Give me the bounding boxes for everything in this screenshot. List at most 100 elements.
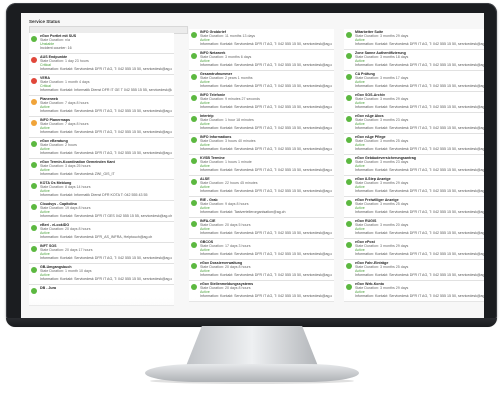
status-indicator-icon — [31, 57, 37, 63]
service-status-row[interactable]: Cloudsys - Capitolino State Duration: 19 … — [29, 201, 174, 222]
status-indicator-icon — [191, 221, 197, 227]
service-status-row[interactable]: INFO Grobbrief State Duration: 11 months … — [189, 29, 334, 50]
service-status-row[interactable]: CA Prüfung State Duration: 3 months 17 da… — [344, 71, 484, 92]
service-status-row[interactable]: eGov Freiwilliger Anzeige State Duration:… — [344, 197, 484, 218]
scroll-fade — [21, 298, 484, 320]
status-indicator-icon — [31, 162, 37, 168]
contact-info: Information: Kontakt: Servicedesk DFR IT… — [200, 231, 332, 235]
contact-info: Information: Kontakt: Servicedesk DFR IT… — [355, 42, 484, 46]
contact-info: Information: Kontakt: Servicedesk DFR IT… — [200, 168, 332, 172]
monitor-stand-neck — [186, 326, 318, 366]
contact-info: Information: Kontakt: Servicedesk DFR IT… — [40, 109, 172, 113]
service-status-row[interactable]: eGov SOS-Archiv State Duration: 3 months … — [344, 92, 484, 113]
status-indicator-icon — [346, 32, 352, 38]
contact-info: Information: Kontakt: Servicedesk DFR IT… — [200, 273, 332, 277]
status-indicator-icon — [346, 200, 352, 206]
contact-info: Information: Kontakt: Servicedesk DFR IT… — [355, 273, 484, 277]
monitor-screen: Service Status eGov Portlet mit SUS State… — [21, 13, 484, 320]
contact-info: Information: Kontakt: Servicedesk DFR IT… — [355, 168, 484, 172]
service-status-row[interactable]: Mitarbeiter Suite State Duration: 3 month… — [344, 29, 484, 50]
contact-info: Information: Kontakt: Servicedesk ZWI_GI… — [40, 172, 115, 176]
contact-info: Information: Kontakt: Servicedesk DFR IT… — [200, 63, 332, 67]
status-indicator-icon — [346, 95, 352, 101]
service-status-row[interactable]: eGov Portlet mit SUS State Duration: n/a U… — [29, 33, 174, 54]
service-status-row[interactable]: eGov eBeratung State Duration: 2 hours Act… — [29, 138, 174, 159]
contact-info: Information: Kontakt: Servicedesk DFR IT… — [355, 147, 484, 151]
status-indicator-icon — [191, 200, 197, 206]
contact-info: Information: Kontakt: Servicedesk DFR IT… — [355, 189, 484, 193]
status-indicator-icon — [191, 95, 197, 101]
monitor-stand-base — [145, 364, 359, 382]
status-indicator-icon — [346, 263, 352, 269]
contact-info: Information: Kontakt: Servicedesk DFR IT… — [355, 252, 484, 256]
status-indicator-icon — [346, 116, 352, 122]
status-indicator-icon — [191, 116, 197, 122]
service-status-row[interactable]: INFO Telefonie State Duration: 9 minutes … — [189, 92, 334, 113]
service-status-row[interactable]: KOTA Os Meldung State Duration: 8 days 14… — [29, 180, 174, 201]
contact-info: Information: Kontakt: Servicedesk DFR IT… — [200, 147, 332, 151]
service-status-row[interactable]: KVSB Termine State Duration: 1 hours 1 mi… — [189, 155, 334, 176]
contact-info: Information: Kontakt: Servicedesk DFR IT… — [355, 63, 484, 67]
service-status-row[interactable]: Intertrip State Duration: 1 hour 18 minut… — [189, 113, 334, 134]
contact-info: Information: Kontakt: Servicedesk DFR IT… — [200, 84, 332, 88]
contact-info: Incident counter: 16 — [40, 46, 72, 50]
status-indicator-icon — [346, 74, 352, 80]
contact-info: Information: Kontakt: Servicedesk DFR IT… — [355, 84, 484, 88]
status-indicator-icon — [346, 221, 352, 227]
status-indicator-icon — [31, 246, 37, 252]
service-status-row[interactable]: eGov eAge Abos State Duration: 3 months 2… — [344, 113, 484, 134]
status-indicator-icon — [31, 183, 37, 189]
service-status-row[interactable]: Gesamtrufnummer State Duration: 2 years 1… — [189, 71, 334, 92]
service-status-row[interactable]: eGov 8-Step Anzeige State Duration: 3 mon… — [344, 176, 484, 197]
contact-info: Information: Kontakt: Servicedesk DFR IT… — [200, 252, 332, 256]
status-indicator-icon — [346, 284, 352, 290]
contact-info: Information: Kontakt: Servicedesk DFR IT… — [355, 126, 484, 130]
service-status-row[interactable]: ALSE State Duration: 22 hours 45 minutes A… — [189, 176, 334, 197]
service-status-row[interactable]: INFO Informations State Duration: 3 hours… — [189, 134, 334, 155]
service-status-row[interactable]: INFT SOS State Duration: 20 days 17 hours… — [29, 243, 174, 264]
service-status-row[interactable]: eGov Fahr-Einträge State Duration: 3 mont… — [344, 260, 484, 281]
status-indicator-icon — [191, 32, 197, 38]
service-status-row[interactable]: INFO Planermaps State Duration: 7 days 8 … — [29, 117, 174, 138]
status-indicator-icon — [191, 263, 197, 269]
contact-info: Information: Kontakt: Informatik Dienst … — [40, 88, 172, 92]
service-status-row[interactable]: VERA State Duration: 1 month 4 days Critic… — [29, 75, 174, 96]
contact-info: Information: Kontakt: Servicedesk DFR IT… — [40, 214, 172, 218]
service-status-row[interactable]: eGov ePost State Duration: 3 months 29 da… — [344, 239, 484, 260]
service-status-row[interactable]: GB-Umgangsbuch State Duration: 1 month 10… — [29, 264, 174, 285]
status-indicator-icon — [191, 74, 197, 80]
service-status-row[interactable]: INFA-CIE State Duration: 20 days 5 hours A… — [189, 218, 334, 239]
contact-info: Information: Kontakt: Servicedesk DFR IT… — [200, 126, 332, 130]
service-status-row[interactable]: eGov RUGIS State Duration: 3 months 20 da… — [344, 218, 484, 239]
service-status-row[interactable]: eGov Termin-Koordination Gemeinden Kant S… — [29, 159, 174, 180]
contact-info: Information: Kontakt: Servicedesk DFR IT… — [40, 256, 172, 260]
contact-info: Information: Kontakt: Servicedesk DFR IT… — [40, 277, 172, 281]
status-indicator-icon — [31, 99, 37, 105]
service-status-row[interactable]: AUS Endpunkte State Duration: 1 day 23 ho… — [29, 54, 174, 75]
contact-info: Information: Kontakt: Servicedesk DFR IT… — [355, 210, 484, 214]
service-status-row[interactable]: GBCOS State Duration: 17 days 3 hours Acti… — [189, 239, 334, 260]
service-name: DB - Jura — [40, 286, 56, 290]
contact-info: Information: Kontakt: Informatik Dienst … — [40, 193, 148, 197]
status-column-1: eGov Portlet mit SUS State Duration: n/a U… — [29, 33, 174, 306]
service-status-row[interactable]: RIE - Grab State Duration: 9 days 8 hours… — [189, 197, 334, 218]
service-status-row[interactable]: eGov eAge Pflege State Duration: 3 months… — [344, 134, 484, 155]
contact-info: Information: Kontakt: Tastverteilerorgan… — [200, 210, 286, 214]
contact-info: Information: Kontakt: Servicedesk DFR IT… — [40, 67, 172, 71]
status-indicator-icon — [346, 242, 352, 248]
service-status-row[interactable]: Planerweb State Duration: 7 days 8 hours A… — [29, 96, 174, 117]
status-indicator-icon — [191, 284, 197, 290]
contact-info: Information: Kontakt: Servicedesk DFR IT… — [200, 189, 332, 193]
status-indicator-icon — [191, 53, 197, 59]
status-indicator-icon — [346, 137, 352, 143]
status-indicator-icon — [191, 158, 197, 164]
contact-info: Information: Kontakt: Servicedesk DFR_AS… — [40, 235, 153, 239]
contact-info: Information: Kontakt: Servicedesk DFR IT… — [200, 105, 332, 109]
service-status-row[interactable]: Zone Sanne Authentifizierung State Durati… — [344, 50, 484, 71]
contact-info: Information: Kontakt: Servicedesk DFR IT… — [40, 151, 172, 155]
service-status-row[interactable]: eGov Dossierverwaltung State Duration: 20… — [189, 260, 334, 281]
service-status-row[interactable]: eGov Gebäudeversicherungsantrag State Dur… — [344, 155, 484, 176]
status-indicator-icon — [191, 137, 197, 143]
service-status-row[interactable]: INFO Netzwerk State Duration: 3 months 6 … — [189, 50, 334, 71]
service-status-row[interactable]: eBeri - eLookIDO State Duration: 20 days … — [29, 222, 174, 243]
